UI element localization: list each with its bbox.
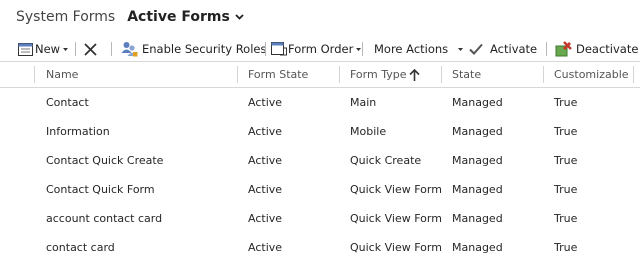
new-form-icon [18,42,33,56]
form-order-icon [271,42,287,56]
cell-form-type: Quick View Form [350,183,442,196]
cell-customizable: True [554,96,578,109]
table-row[interactable]: contact card Active Quick View Form Mana… [0,233,640,262]
table-row[interactable]: Contact Quick Form Active Quick View For… [0,175,640,204]
column-header-state[interactable]: State [452,62,481,87]
cell-form-state: Active [248,212,283,225]
enable-security-roles-label: Enable Security Roles [142,42,267,56]
column-divider [34,66,35,83]
column-header-form-state[interactable]: Form State [248,62,308,87]
column-divider [237,66,238,83]
cell-form-state: Active [248,96,283,109]
table-row[interactable]: Contact Active Main Managed True [0,88,640,117]
cell-form-state: Active [248,154,283,167]
form-order-button[interactable]: Form Order [271,37,362,61]
new-button[interactable]: New [18,37,69,61]
deactivate-button[interactable]: Deactivate [555,37,638,61]
column-divider [339,66,340,83]
form-order-label: Form Order [288,42,354,56]
grid-body: Contact Active Main Managed True Informa… [0,88,640,262]
cell-customizable: True [554,154,578,167]
cell-state: Managed [452,125,503,138]
cell-name[interactable]: Contact Quick Create [46,146,163,175]
cell-form-state: Active [248,125,283,138]
deactivate-label: Deactivate [576,42,639,56]
cell-state: Managed [452,212,503,225]
cell-name[interactable]: account contact card [46,204,162,233]
cell-customizable: True [554,212,578,225]
breadcrumb-area[interactable]: System Forms [16,9,115,25]
column-header-form-type[interactable]: Form Type [350,62,421,87]
cell-name[interactable]: Contact [46,88,89,117]
close-icon [84,42,97,56]
table-row[interactable]: Information Active Mobile Managed True [0,117,640,146]
toolbar-separator [362,42,363,56]
chevron-down-icon [235,14,244,20]
column-header-customizable[interactable]: Customizable [554,62,629,87]
column-divider [543,66,544,83]
caret-down-icon [63,47,69,51]
more-actions-label: More Actions [374,42,449,56]
cell-form-type: Quick View Form [350,212,442,225]
column-header-name[interactable]: Name [46,62,78,87]
cell-customizable: True [554,183,578,196]
cell-state: Managed [452,154,503,167]
cell-form-type: Quick View Form [350,241,442,254]
view-selector[interactable]: Active Forms [127,9,244,25]
cell-state: Managed [452,183,503,196]
cell-form-state: Active [248,241,283,254]
enable-security-roles-button[interactable]: Enable Security Roles [121,37,266,61]
sort-ascending-icon [409,68,421,81]
new-button-label: New [35,42,61,56]
activate-button[interactable]: Activate [469,37,537,61]
delete-button[interactable] [84,37,97,61]
column-divider [633,66,634,83]
cell-state: Managed [452,241,503,254]
cell-name[interactable]: Contact Quick Form [46,175,155,204]
deactivate-icon [555,41,572,57]
cell-form-type: Main [350,96,377,109]
caret-down-icon [458,47,464,51]
cell-form-type: Quick Create [350,154,422,167]
toolbar-separator [111,42,112,56]
caret-down-icon [356,47,362,51]
toolbar-separator [75,42,76,56]
cell-customizable: True [554,241,578,254]
toolbar-separator [546,42,547,56]
cell-state: Managed [452,96,503,109]
cell-name[interactable]: Information [46,117,110,146]
grid-header: Name Form State Form Type State Customiz… [0,62,640,88]
breadcrumb: System Forms Active Forms [16,6,244,28]
table-row[interactable]: Contact Quick Create Active Quick Create… [0,146,640,175]
command-bar: New Enable Security Roles Form Order Mor… [0,37,640,62]
toolbar-separator [265,42,266,56]
column-header-form-type-label: Form Type [350,68,407,81]
more-actions-button[interactable]: More Actions [374,37,464,61]
checkmark-icon [469,43,483,55]
cell-form-state: Active [248,183,283,196]
activate-label: Activate [490,42,538,56]
cell-name[interactable]: contact card [46,233,115,262]
security-roles-icon [121,42,138,57]
cell-customizable: True [554,125,578,138]
view-selector-label: Active Forms [127,9,230,25]
cell-form-type: Mobile [350,125,387,138]
table-row[interactable]: account contact card Active Quick View F… [0,204,640,233]
column-divider [441,66,442,83]
